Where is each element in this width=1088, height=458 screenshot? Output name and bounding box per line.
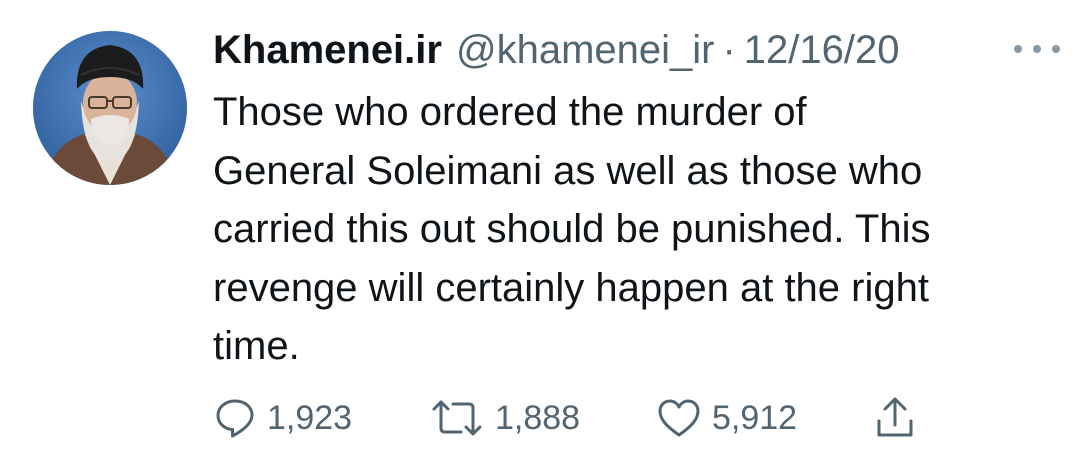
tweet-header: Khamenei.ir @khamenei_ir · 12/16/20 (213, 22, 900, 78)
more-dots-icon[interactable] (1014, 36, 1060, 62)
tweet-actions: 1,923 1,888 5,912 (213, 390, 1073, 446)
share-button[interactable] (873, 390, 917, 446)
tweet-text-line: revenge will certainly happen at the rig… (213, 265, 929, 310)
display-name[interactable]: Khamenei.ir (213, 28, 442, 73)
like-button[interactable]: 5,912 (656, 390, 797, 446)
tweet-text-line: time. (213, 324, 300, 368)
tweet-text: Those who ordered the murder of General S… (213, 83, 1073, 376)
tweet-date[interactable]: 12/16/20 (744, 28, 900, 73)
user-handle[interactable]: @khamenei_ir (456, 28, 715, 73)
avatar[interactable] (33, 31, 187, 185)
avatar-image (33, 31, 187, 185)
reply-button[interactable]: 1,923 (213, 390, 352, 446)
separator-dot: · (722, 27, 736, 72)
tweet-text-line: carried this out should be punished. Thi… (213, 207, 931, 251)
retweet-icon (432, 400, 482, 436)
tweet-text-line: General Soleimani as well as those who (213, 148, 923, 193)
retweet-count: 1,888 (495, 398, 581, 437)
share-icon (877, 397, 913, 437)
heart-icon (658, 399, 700, 437)
tweet-text-line: Those who ordered the murder of (213, 90, 807, 134)
tweet-card[interactable]: Khamenei.ir @khamenei_ir · 12/16/20 Thos… (0, 0, 1088, 458)
retweet-button[interactable]: 1,888 (429, 390, 580, 446)
reply-icon (216, 399, 254, 438)
reply-count: 1,923 (267, 398, 353, 437)
like-count: 5,912 (712, 398, 798, 437)
